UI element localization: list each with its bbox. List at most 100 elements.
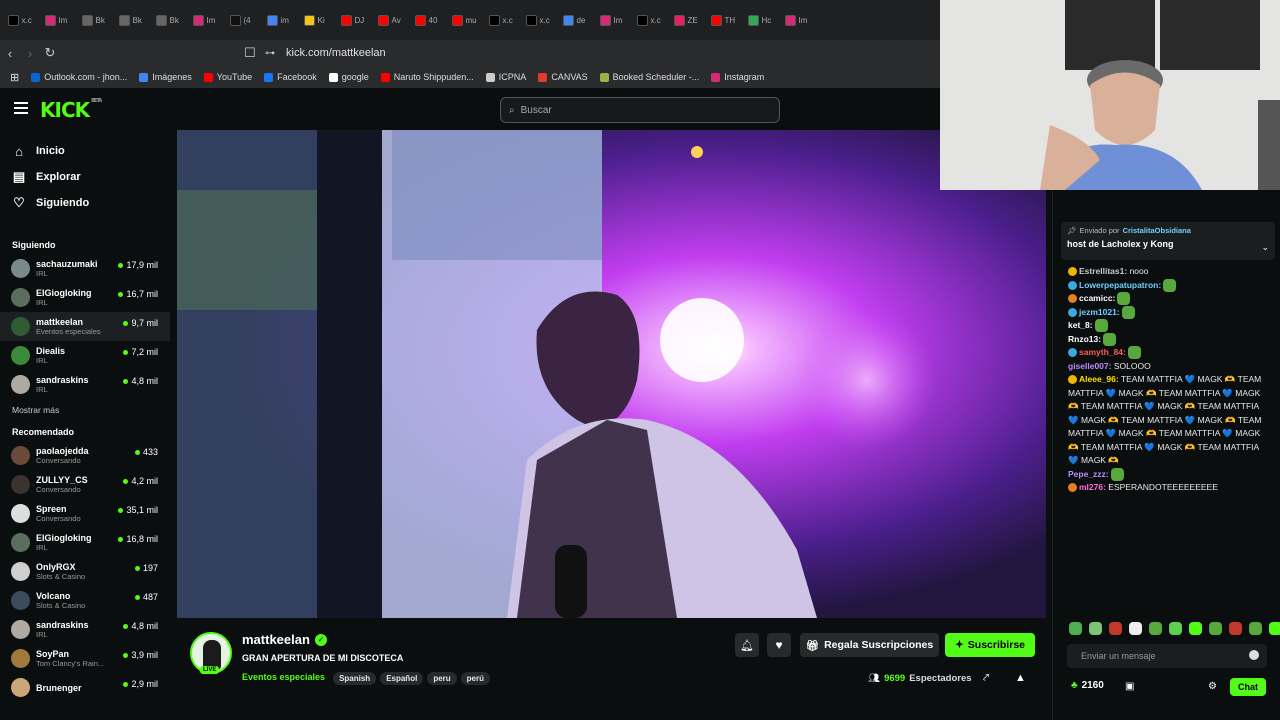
emoji-icon[interactable] xyxy=(1249,650,1259,660)
report-icon[interactable]: ▲ xyxy=(1015,672,1026,684)
sidebar-channel[interactable]: SoyPan Tom Clancy's Rain... 3,9 mil xyxy=(0,644,170,673)
quick-emote-icon[interactable] xyxy=(1109,622,1122,635)
notification-bell-button[interactable]: 🔔︎ xyxy=(735,633,759,657)
browser-tab[interactable]: ZE xyxy=(673,7,704,33)
sidebar-channel[interactable]: OnlyRGX Slots & Casino 197 xyxy=(0,557,170,586)
sidebar-channel[interactable]: sandraskins IRL 4,8 mil xyxy=(0,370,170,399)
browser-tab[interactable]: 40 xyxy=(414,7,445,33)
sidebar-nav-explorar[interactable]: ▤ Explorar xyxy=(0,164,170,190)
bookmark-item[interactable]: YouTube xyxy=(203,72,252,82)
bookmark-item[interactable]: Naruto Shippuden... xyxy=(380,72,474,82)
sidebar-nav-siguiendo[interactable]: ♡ Siguiendo xyxy=(0,190,170,216)
sidebar-channel[interactable]: Brunenger 2,9 mil xyxy=(0,673,170,702)
stream-tag[interactable]: perú xyxy=(460,672,490,685)
quick-emote-icon[interactable] xyxy=(1089,622,1102,635)
apps-icon[interactable]: ⊞ xyxy=(10,71,19,84)
points-count[interactable]: 2160 xyxy=(1082,680,1104,691)
video-player[interactable] xyxy=(177,130,1046,618)
sidebar-channel[interactable]: paolaojedda Conversando 433 xyxy=(0,441,170,470)
browser-tab[interactable]: mu xyxy=(451,7,482,33)
bookmark-item[interactable]: Instagram xyxy=(711,72,764,82)
quick-emote-icon[interactable] xyxy=(1169,622,1182,635)
chat-username[interactable]: jezm1021: xyxy=(1079,307,1120,317)
chat-username[interactable]: Aleee_96: xyxy=(1079,374,1119,384)
browser-tab[interactable]: im xyxy=(266,7,297,33)
sidebar-channel[interactable]: ElGiogloking IRL 16,8 mil xyxy=(0,528,170,557)
kick-logo[interactable]: KICK BETA xyxy=(40,98,102,122)
browser-tab[interactable]: x.c xyxy=(525,7,556,33)
browser-tab[interactable]: (4 xyxy=(229,7,260,33)
forward-icon[interactable]: › xyxy=(20,43,40,63)
sidebar-channel[interactable]: Diealis IRL 7,2 mil xyxy=(0,341,170,370)
bookmark-item[interactable]: ICPNA xyxy=(485,72,526,82)
chat-input[interactable]: Enviar un mensaje xyxy=(1067,644,1267,668)
sidebar-channel[interactable]: sachauzumaki IRL 17,9 mil xyxy=(0,254,170,283)
browser-tab[interactable]: Im xyxy=(784,7,815,33)
browser-tab[interactable]: Bk xyxy=(118,7,149,33)
stream-category[interactable]: Eventos especiales xyxy=(242,672,325,682)
quick-emote-icon[interactable] xyxy=(1249,622,1262,635)
browser-tab[interactable]: TH xyxy=(710,7,741,33)
browser-tab[interactable]: Im xyxy=(44,7,75,33)
chat-username[interactable]: Rnzo13: xyxy=(1068,334,1101,344)
chat-username[interactable]: Lowerpepatupatron: xyxy=(1079,280,1161,290)
quick-emote-icon[interactable] xyxy=(1209,622,1222,635)
browser-tab[interactable]: x.c xyxy=(636,7,667,33)
bookmark-item[interactable]: google xyxy=(328,72,369,82)
browser-tab[interactable]: Bk xyxy=(81,7,112,33)
chat-username[interactable]: ml276: xyxy=(1079,482,1106,492)
settings-gear-icon[interactable]: ⚙ xyxy=(1208,681,1217,692)
chat-username[interactable]: giselle007: xyxy=(1068,361,1111,371)
browser-tab[interactable]: de xyxy=(562,7,593,33)
chat-username[interactable]: Estrellitas1: xyxy=(1079,266,1127,276)
browser-tab[interactable]: Im xyxy=(192,7,223,33)
browser-tab[interactable]: DJ xyxy=(340,7,371,33)
sidebar-channel[interactable]: Volcano Slots & Casino 487 xyxy=(0,586,170,615)
follow-button[interactable]: ♥ xyxy=(767,633,791,657)
show-more-link[interactable]: Mostrar más xyxy=(0,405,170,415)
quick-emote-icon[interactable] xyxy=(1269,622,1280,635)
back-icon[interactable]: ‹ xyxy=(0,43,20,63)
browser-tab[interactable]: x.c xyxy=(7,7,38,33)
chat-username[interactable]: ket_8: xyxy=(1068,320,1093,330)
chat-username[interactable]: Pepe_zzz: xyxy=(1068,469,1109,479)
stream-tag[interactable]: peru xyxy=(427,672,457,685)
browser-tab[interactable]: Ki xyxy=(303,7,334,33)
share-icon[interactable]: ⤤ xyxy=(983,672,989,685)
chevron-down-icon[interactable]: ⌄ xyxy=(1261,242,1269,253)
browser-tab[interactable]: Bk xyxy=(155,7,186,33)
quick-emote-icon[interactable] xyxy=(1149,622,1162,635)
bookmark-item[interactable]: Outlook.com - jhon... xyxy=(31,72,127,82)
quick-emote-icon[interactable] xyxy=(1069,622,1082,635)
bookmark-item[interactable]: Imágenes xyxy=(139,72,192,82)
browser-tab[interactable]: x.c xyxy=(488,7,519,33)
browser-tab[interactable]: Hc xyxy=(747,7,778,33)
sidebar-channel[interactable]: ZULLYY_CS Conversando 4,2 mil xyxy=(0,470,170,499)
quick-emote-icon[interactable] xyxy=(1129,622,1142,635)
chat-username[interactable]: ccamicc: xyxy=(1079,293,1115,303)
bookmark-icon[interactable]: ☐ xyxy=(240,43,260,63)
channel-name[interactable]: mattkeelan xyxy=(242,632,310,647)
bookmark-item[interactable]: Facebook xyxy=(264,72,317,82)
browser-tab[interactable]: Im xyxy=(599,7,630,33)
chat-send-button[interactable]: Chat xyxy=(1230,678,1266,696)
bookmark-item[interactable]: Booked Scheduler -... xyxy=(599,72,699,82)
chat-username[interactable]: samyth_84: xyxy=(1079,347,1126,357)
sidebar-channel[interactable]: Spreen Conversando 35,1 mil xyxy=(0,499,170,528)
search-input[interactable]: ⌕ Buscar xyxy=(500,97,780,123)
sidebar-channel[interactable]: ElGiogloking IRL 16,7 mil xyxy=(0,283,170,312)
treasure-icon[interactable]: ▣ xyxy=(1125,681,1134,692)
site-info-icon[interactable]: ⊶ xyxy=(260,43,280,63)
address-bar[interactable]: kick.com/mattkeelan xyxy=(286,47,386,59)
sidebar-channel[interactable]: mattkeelan Eventos especiales 9,7 mil xyxy=(0,312,170,341)
reload-icon[interactable]: ↻ xyxy=(40,43,60,63)
sidebar-nav-inicio[interactable]: ⌂ Inicio xyxy=(0,138,170,164)
quick-emote-icon[interactable] xyxy=(1189,622,1202,635)
stream-tag[interactable]: Spanish xyxy=(333,672,377,685)
gift-subscriptions-button[interactable]: 🎁︎ Regala Suscripciones xyxy=(800,633,939,657)
stream-tag[interactable]: Español xyxy=(380,672,424,685)
browser-tab[interactable]: Av xyxy=(377,7,408,33)
hamburger-menu-icon[interactable] xyxy=(14,102,28,114)
bookmark-item[interactable]: CANVAS xyxy=(538,72,588,82)
subscribe-button[interactable]: ✦ Suscribirse xyxy=(945,633,1035,657)
